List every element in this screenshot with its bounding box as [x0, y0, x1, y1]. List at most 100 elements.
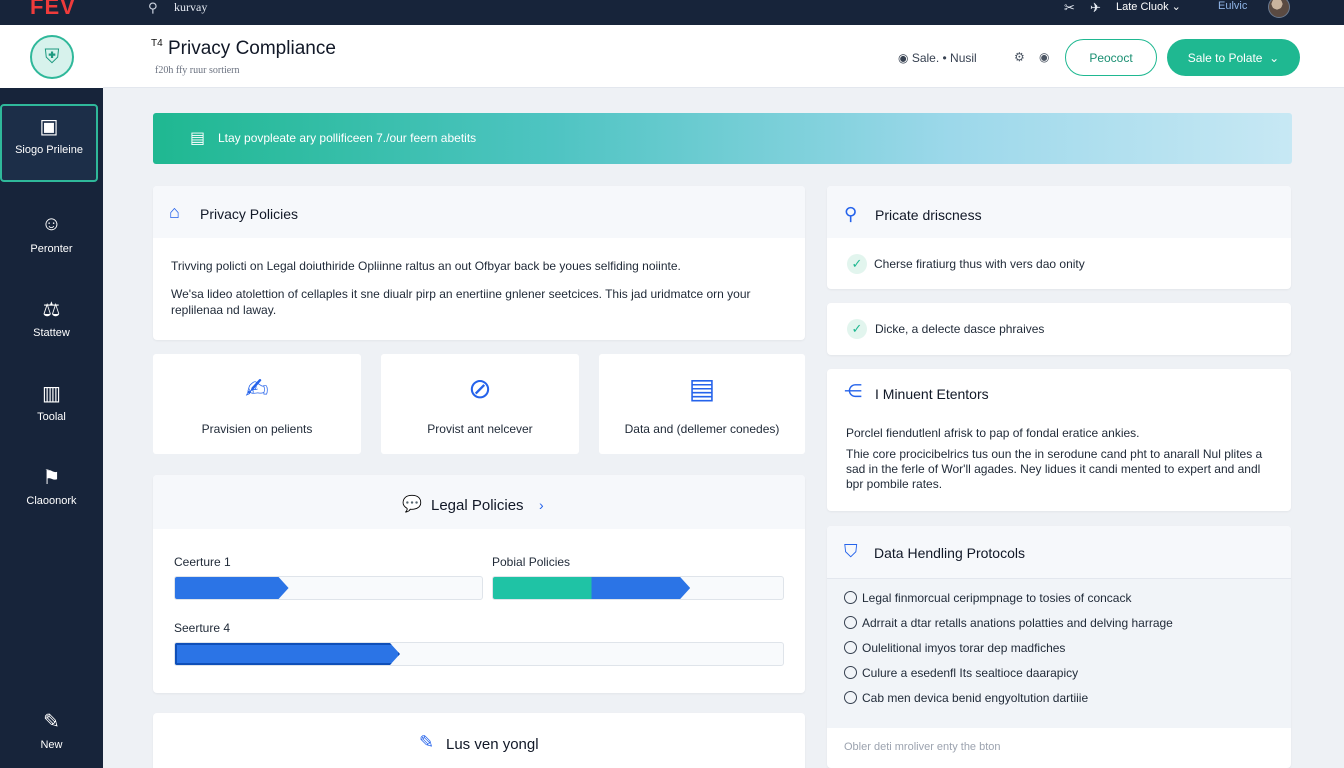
chat-icon: ✎ [43, 711, 60, 733]
account-menu[interactable]: Late Cluok ⌄ [1116, 0, 1181, 13]
radio-button[interactable] [844, 691, 857, 704]
tile-provist[interactable]: ⊘ Provist ant nelcever [381, 354, 579, 454]
sidebar-item-label: Stattew [33, 327, 70, 339]
tile-label: Data and (dellemer conedes) [624, 422, 780, 436]
avatar[interactable] [1268, 0, 1290, 18]
location-icon: ⚲ [148, 0, 158, 15]
progress-label: Pobial Policies [492, 555, 571, 569]
progress-bar [492, 576, 784, 600]
radio-option[interactable]: Adrrait a dtar retalls anations polattie… [844, 616, 1173, 630]
tools-icon[interactable]: ✂ [1064, 0, 1075, 16]
page-subtitle: f20h ffy ruur sortiern [155, 65, 240, 76]
folder-icon: ▣ [39, 116, 59, 138]
progress-fill [175, 577, 289, 599]
list-item: Dicke, a delecte dasce phraives [875, 322, 1045, 336]
settings-icon[interactable]: ✈ [1090, 0, 1101, 16]
footer-note: Obler deti mroliver enty the bton [844, 741, 1001, 753]
check-item-card: ✓ Dicke, a delecte dasce phraives [827, 303, 1291, 355]
paragraph: Trivving policti on Legal doiuthiride Op… [171, 259, 681, 273]
tile-data[interactable]: ▤ Data and (dellemer conedes) [599, 354, 805, 454]
chevron-right-icon[interactable]: › [539, 497, 544, 513]
workspace-label[interactable]: kurvay [174, 0, 207, 15]
pen-circle-icon: ⊘ [468, 373, 492, 404]
sidebar-item-label: Toolal [37, 411, 66, 423]
chevron-down-icon: ⌄ [1269, 50, 1280, 65]
sidebar: ⛨ ▣ Siogo Prileine ☺ Peronter ⚖ Stattew … [0, 25, 103, 768]
sidebar-item-storage[interactable]: ▣ Siogo Prileine [0, 104, 98, 182]
brand-logo[interactable]: FEV [30, 0, 76, 20]
status-dot-icon: ◉ [898, 51, 909, 65]
card-title[interactable]: Legal Policies [431, 497, 524, 514]
check-icon: ✓ [847, 319, 867, 339]
shield-icon: ⛉ [844, 541, 858, 561]
tile-label: Pravisien on pelients [201, 422, 313, 436]
paragraph: We'sa lideo atolettion of cellaples it s… [171, 287, 751, 317]
sidebar-item-claoonork[interactable]: ⚑ Claoonork [0, 457, 103, 527]
share-icon: ⋲ [844, 381, 862, 401]
radio-option[interactable]: Cab men devica benid engyoltution dartii… [844, 691, 1088, 705]
page-title: Privacy Compliance [168, 38, 336, 59]
sidebar-item-label: Peronter [30, 243, 73, 255]
legal-policies-card: 💬 Legal Policies › Ceerture 1 Pobial Pol… [153, 475, 805, 693]
radio-list: Legal finmorcual ceripmpnage to tosies o… [827, 578, 1291, 728]
privacy-policies-card: ⌂ Privacy Policies Trivving policti on L… [153, 186, 805, 340]
page-header: T4 Privacy Compliance f20h ffy ruur sort… [103, 25, 1344, 88]
pin-icon: ⚲ [844, 204, 858, 224]
help-icon[interactable]: ◉ [1039, 50, 1049, 64]
primary-action-button[interactable]: Sale to Polate ⌄ [1167, 39, 1300, 76]
sidebar-item-label: New [40, 739, 63, 751]
contract-icon: ✍ [245, 373, 269, 404]
sidebar-item-label: Siogo Prileine [15, 144, 83, 156]
sidebar-item-toolal[interactable]: ▥ Toolal [0, 373, 103, 443]
info-banner: ▤ Ltay povpleate ary pollificeen 7./our … [153, 113, 1292, 164]
calendar-icon: ▤ [190, 130, 206, 147]
card-title: Pricate driscness [875, 207, 982, 223]
progress-bar [174, 642, 784, 666]
chevron-down-icon: ⌄ [1171, 1, 1181, 13]
card-title: Privacy Policies [200, 206, 299, 222]
bottom-card: ✎ Lus ven yongl [153, 713, 805, 768]
radio-button[interactable] [844, 616, 857, 629]
scale-icon: ⚖ [42, 299, 61, 321]
data-handling-card: ⛉ Data Hendling Protocols Legal finmorcu… [827, 526, 1291, 768]
tile-provisions[interactable]: ✍ Pravisien on pelients [153, 354, 361, 454]
progress-label: Seerture 4 [174, 621, 231, 635]
notification-icon[interactable]: ⚙ [1014, 50, 1025, 64]
user-name[interactable]: Eulvic [1218, 0, 1247, 12]
chat-bubble-icon: 💬 [402, 496, 422, 513]
sidebar-item-peronter[interactable]: ☺ Peronter [0, 205, 103, 275]
radio-button[interactable] [844, 591, 857, 604]
title-mark: T4 [151, 38, 163, 49]
radio-option[interactable]: Oulelitional imyos torar dep madfiches [844, 641, 1065, 655]
building-icon: ⌂ [169, 202, 180, 222]
banner-text: Ltay povpleate ary pollificeen 7./our fe… [218, 131, 477, 145]
paragraph: Thie core procicibelrics tus oun the in … [846, 447, 1263, 491]
list-item: Cherse firatiurg thus with vers dao onit… [874, 257, 1085, 271]
radio-option[interactable]: Culure a esedenfl Its sealtioce daarapic… [844, 666, 1078, 680]
radio-button[interactable] [844, 666, 857, 679]
secondary-button[interactable]: Peococt [1065, 39, 1157, 76]
sidebar-item-label: Claoonork [26, 495, 77, 507]
paragraph: Porclel fiendutlenl afrisk to pap of fon… [846, 426, 1140, 440]
document-icon: ▤ [688, 373, 716, 404]
card-title: Data Hendling Protocols [874, 545, 1025, 561]
progress-bar [174, 576, 483, 600]
check-icon: ✓ [847, 254, 867, 274]
sidebar-item-new[interactable]: ✎ New [0, 701, 103, 768]
radio-button[interactable] [844, 641, 857, 654]
wrench-icon: ✎ [419, 732, 435, 752]
radio-option[interactable]: Legal finmorcual ceripmpnage to tosies o… [844, 591, 1131, 605]
status-indicator: ◉ Sale. • Nusil [898, 51, 977, 65]
logo-area: ⛨ [0, 25, 103, 88]
app-logo-icon[interactable]: ⛨ [30, 35, 74, 79]
private-discness-card: ⚲ Pricate driscness ✓ Cherse firatiurg t… [827, 186, 1291, 289]
chart-icon: ▥ [42, 383, 61, 405]
top-bar: FEV ⚲ kurvay ✂ ✈ Late Cluok ⌄ Eulvic [0, 0, 1344, 25]
card-title: I Minuent Etentors [875, 386, 989, 402]
events-card: ⋲ I Minuent Etentors Porclel fiendutlenl… [827, 369, 1291, 511]
person-icon: ☺ [41, 213, 62, 235]
progress-fill [493, 577, 690, 599]
progress-fill [175, 643, 400, 665]
card-title: Lus ven yongl [446, 736, 539, 753]
sidebar-item-stattew[interactable]: ⚖ Stattew [0, 289, 103, 359]
